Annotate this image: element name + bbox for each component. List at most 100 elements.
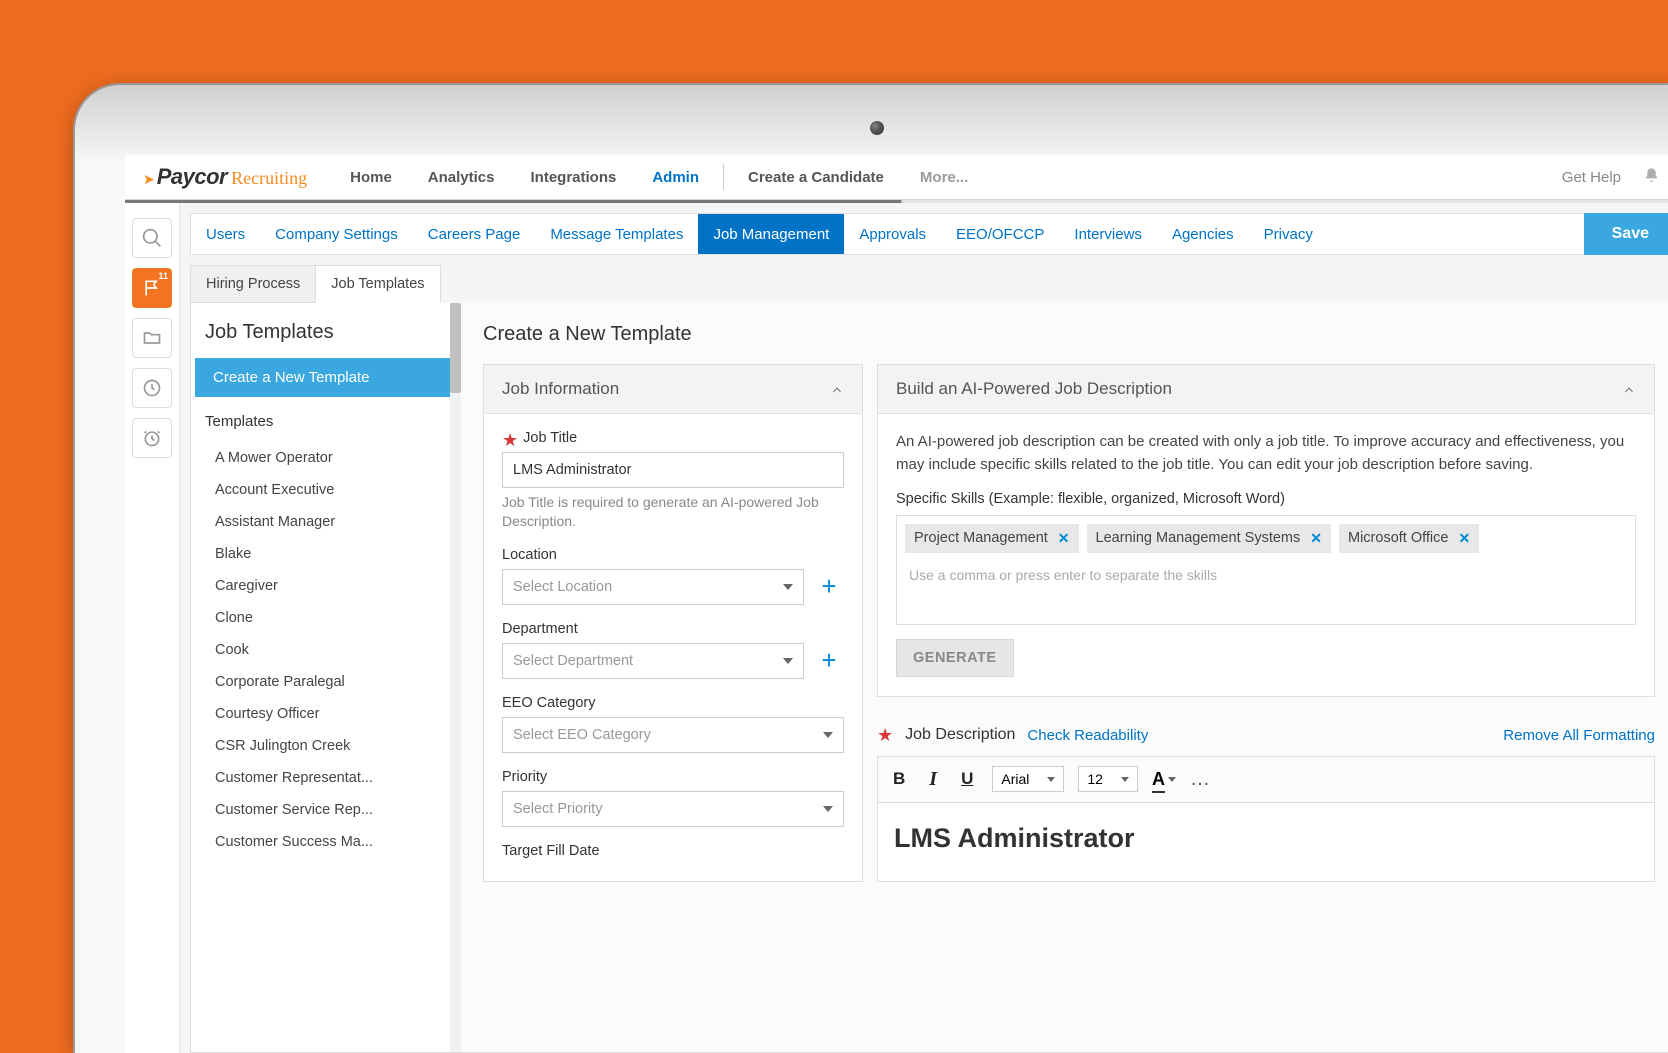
save-button[interactable]: Save xyxy=(1584,213,1668,255)
template-item[interactable]: Courtesy Officer xyxy=(191,698,461,730)
required-star-icon: ★ xyxy=(877,725,893,746)
skill-chip: Project Management ✕ xyxy=(905,524,1079,553)
template-item[interactable]: Account Executive xyxy=(191,474,461,506)
add-location-button[interactable]: + xyxy=(814,572,844,602)
create-template-button[interactable]: Create a New Template xyxy=(195,358,457,397)
font-size-select[interactable]: 12 xyxy=(1078,766,1138,792)
remove-skill-icon[interactable]: ✕ xyxy=(1058,530,1070,547)
template-item[interactable]: Customer Service Rep... xyxy=(191,794,461,826)
tab-interviews[interactable]: Interviews xyxy=(1059,214,1157,254)
tab-careers-page[interactable]: Careers Page xyxy=(413,214,536,254)
rail-search-button[interactable] xyxy=(132,218,172,258)
remove-skill-icon[interactable]: ✕ xyxy=(1458,530,1470,547)
location-label: Location xyxy=(502,547,557,563)
eeo-select[interactable]: Select EEO Category xyxy=(502,717,844,753)
nav-home[interactable]: Home xyxy=(332,169,410,186)
logo[interactable]: ➤ Paycor Recruiting xyxy=(143,164,307,190)
job-title-input[interactable] xyxy=(502,452,844,488)
font-color-button[interactable]: A xyxy=(1152,769,1165,790)
tab-eeo-ofccp[interactable]: EEO/OFCCP xyxy=(941,214,1059,254)
jd-editor[interactable]: LMS Administrator xyxy=(877,802,1655,882)
scrollbar-thumb[interactable] xyxy=(450,303,461,393)
rail-folder-button[interactable] xyxy=(132,318,172,358)
skill-chip-label: Project Management xyxy=(914,530,1048,546)
remove-formatting-link[interactable]: Remove All Formatting xyxy=(1503,727,1655,744)
caret-down-icon[interactable] xyxy=(1168,777,1176,782)
remove-skill-icon[interactable]: ✕ xyxy=(1310,530,1322,547)
rail-flag-button[interactable]: 11 xyxy=(132,268,172,308)
ai-header-label: Build an AI-Powered Job Description xyxy=(896,379,1172,399)
top-nav: ➤ Paycor Recruiting Home Analytics Integ… xyxy=(125,155,1668,200)
logo-sub: Recruiting xyxy=(231,168,307,189)
logo-swoosh-icon: ➤ xyxy=(143,171,155,188)
tab-message-templates[interactable]: Message Templates xyxy=(535,214,698,254)
template-item[interactable]: Blake xyxy=(191,538,461,570)
department-select[interactable]: Select Department xyxy=(502,643,804,679)
location-placeholder: Select Location xyxy=(513,579,612,595)
get-help-link[interactable]: Get Help xyxy=(1562,169,1621,186)
sub-tabs: Hiring Process Job Templates xyxy=(190,265,1668,303)
template-item[interactable]: Customer Success Ma... xyxy=(191,826,461,858)
tab-company-settings[interactable]: Company Settings xyxy=(260,214,413,254)
template-item[interactable]: Customer Representat... xyxy=(191,762,461,794)
rail-alarm-button[interactable] xyxy=(132,418,172,458)
chevron-up-icon xyxy=(830,382,844,396)
check-readability-link[interactable]: Check Readability xyxy=(1027,727,1148,744)
scrollbar[interactable] xyxy=(450,303,461,1052)
nav-integrations[interactable]: Integrations xyxy=(513,169,635,186)
template-item[interactable]: A Mower Operator xyxy=(191,442,461,474)
templates-title: Job Templates xyxy=(191,303,461,358)
template-item[interactable]: CSR Julington Creek xyxy=(191,730,461,762)
add-department-button[interactable]: + xyxy=(814,646,844,676)
rail-clock-button[interactable] xyxy=(132,368,172,408)
more-toolbar-button[interactable]: … xyxy=(1190,768,1212,791)
template-item[interactable]: Clone xyxy=(191,602,461,634)
subtab-job-templates[interactable]: Job Templates xyxy=(315,265,440,303)
skill-chip: Learning Management Systems ✕ xyxy=(1087,524,1331,553)
priority-placeholder: Select Priority xyxy=(513,801,602,817)
location-select[interactable]: Select Location xyxy=(502,569,804,605)
caret-down-icon xyxy=(783,584,793,590)
editor-toolbar: B I U Arial 12 xyxy=(877,756,1655,802)
nav-create-candidate[interactable]: Create a Candidate xyxy=(730,169,902,186)
tab-users[interactable]: Users xyxy=(191,214,260,254)
skills-label: Specific Skills (Example: flexible, orga… xyxy=(896,491,1636,507)
bold-button[interactable]: B xyxy=(888,766,910,792)
nav-admin[interactable]: Admin xyxy=(634,169,717,186)
template-item[interactable]: Corporate Paralegal xyxy=(191,666,461,698)
font-size-value: 12 xyxy=(1087,771,1103,787)
underline-button[interactable]: U xyxy=(956,766,978,792)
generate-button[interactable]: GENERATE xyxy=(896,639,1014,677)
sub-area: Users Company Settings Careers Page Mess… xyxy=(180,203,1668,1053)
italic-button[interactable]: I xyxy=(924,765,942,794)
main-pane: Create a New Template Job Information xyxy=(461,303,1668,1052)
template-item[interactable]: Assistant Manager xyxy=(191,506,461,538)
priority-select[interactable]: Select Priority xyxy=(502,791,844,827)
nav-more[interactable]: More... xyxy=(902,169,986,186)
caret-down-icon xyxy=(823,806,833,812)
subtab-hiring-process[interactable]: Hiring Process xyxy=(190,265,316,303)
nav-analytics[interactable]: Analytics xyxy=(410,169,513,186)
search-icon xyxy=(142,228,162,248)
notifications-bell-icon[interactable] xyxy=(1643,167,1660,187)
job-info-header[interactable]: Job Information xyxy=(484,365,862,414)
template-item[interactable]: Cook xyxy=(191,634,461,666)
font-select[interactable]: Arial xyxy=(992,766,1064,792)
target-fill-label: Target Fill Date xyxy=(502,843,600,859)
caret-down-icon xyxy=(783,658,793,664)
eeo-placeholder: Select EEO Category xyxy=(513,727,651,743)
ai-header[interactable]: Build an AI-Powered Job Description xyxy=(878,365,1654,414)
screen: ➤ Paycor Recruiting Home Analytics Integ… xyxy=(125,155,1668,1053)
tab-agencies[interactable]: Agencies xyxy=(1157,214,1249,254)
job-description-section: ★ Job Description Check Readability Remo… xyxy=(877,711,1655,882)
priority-label: Priority xyxy=(502,769,547,785)
tab-privacy[interactable]: Privacy xyxy=(1249,214,1328,254)
skills-input-box[interactable]: Project Management ✕ Learning Management… xyxy=(896,515,1636,625)
eeo-label: EEO Category xyxy=(502,695,596,711)
tab-job-management[interactable]: Job Management xyxy=(698,214,844,254)
jd-label: Job Description xyxy=(905,726,1015,744)
templates-pane: Job Templates Create a New Template Temp… xyxy=(191,303,461,1052)
tab-approvals[interactable]: Approvals xyxy=(844,214,941,254)
folder-icon xyxy=(142,328,162,348)
template-item[interactable]: Caregiver xyxy=(191,570,461,602)
